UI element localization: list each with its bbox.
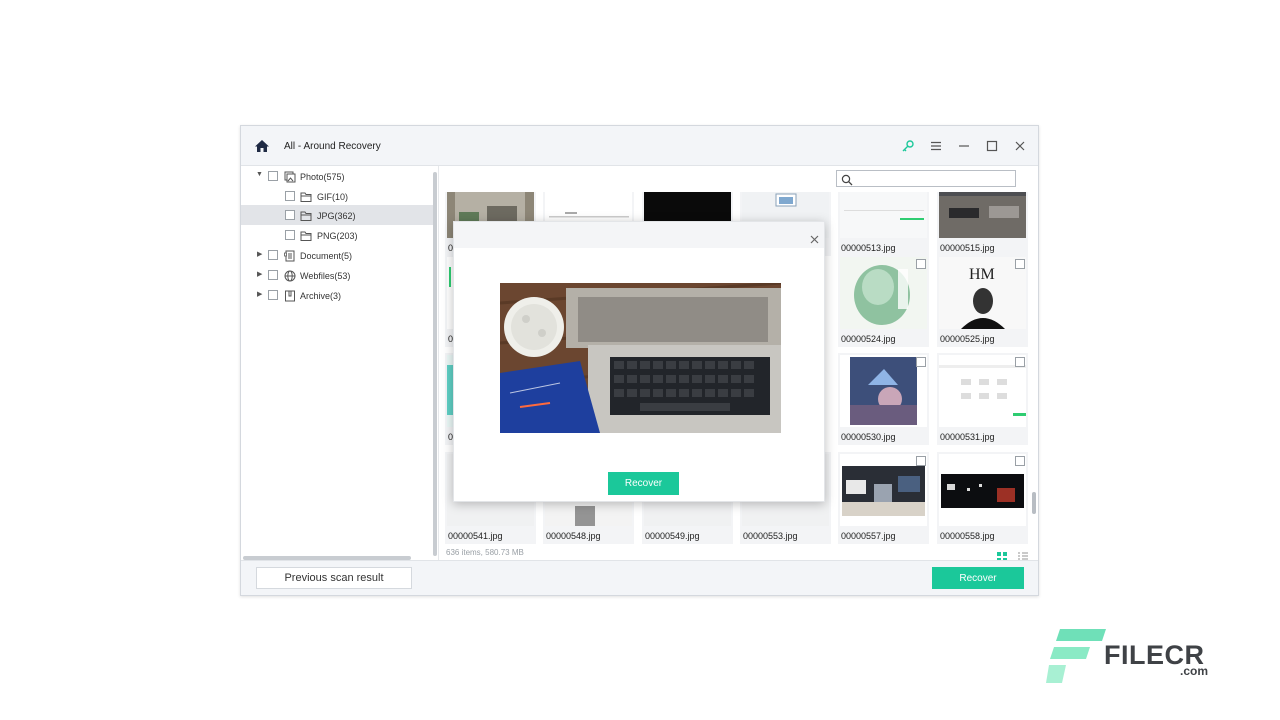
tree-item-png[interactable]: PNG(203) <box>241 225 434 245</box>
thumbnail-image: HM <box>939 257 1026 329</box>
file-thumbnail[interactable]: 00000531.jpg <box>937 353 1028 445</box>
filecr-logo-mark <box>1046 629 1106 683</box>
tree-item-document[interactable]: ▶ Document(5) <box>241 245 434 265</box>
watermark-tld: .com <box>1180 664 1209 678</box>
sidebar-scrollbar[interactable] <box>433 172 437 556</box>
tree-item-webfiles[interactable]: ▶ Webfiles(53) <box>241 265 434 285</box>
chevron-down-icon[interactable]: ▼ <box>256 171 263 178</box>
file-thumbnail[interactable]: 00000513.jpg <box>838 192 929 256</box>
preview-dialog: Recover <box>453 221 825 502</box>
gif-checkbox[interactable] <box>285 191 295 201</box>
chevron-right-icon[interactable]: ▶ <box>257 290 262 298</box>
file-checkbox[interactable] <box>1015 456 1025 466</box>
photo-icon <box>284 170 296 183</box>
grid-scrollbar[interactable] <box>1032 492 1036 514</box>
file-name: 00000548.jpg <box>546 531 601 541</box>
file-name: 00000553.jpg <box>743 531 798 541</box>
file-thumbnail[interactable]: 00000524.jpg <box>838 255 929 347</box>
file-type-tree: ▼ Photo(575) GIF(10) JPG(362) PNG(203) ▶… <box>241 166 439 560</box>
file-thumbnail[interactable]: 00000530.jpg <box>838 353 929 445</box>
menu-icon[interactable] <box>928 138 944 154</box>
archive-icon <box>284 289 296 302</box>
list-view-icon[interactable] <box>1018 549 1028 560</box>
close-icon[interactable] <box>810 231 819 244</box>
thumbnail-image <box>840 257 927 329</box>
document-icon <box>284 249 296 262</box>
file-name: 00000558.jpg <box>940 531 995 541</box>
archive-checkbox[interactable] <box>268 290 278 300</box>
dialog-header <box>454 222 824 248</box>
recover-button[interactable]: Recover <box>932 567 1024 589</box>
file-name: 00000531.jpg <box>940 432 995 442</box>
grid-view-icon[interactable] <box>997 549 1007 560</box>
preview-recover-button[interactable]: Recover <box>608 472 679 495</box>
file-name: 00000524.jpg <box>841 334 896 344</box>
footer-bar: Previous scan result Recover <box>241 560 1038 595</box>
tree-item-photo[interactable]: ▼ Photo(575) <box>241 166 434 186</box>
thumbnail-image <box>939 454 1026 526</box>
chevron-right-icon[interactable]: ▶ <box>257 270 262 278</box>
folder-icon <box>300 229 312 241</box>
tree-item-gif[interactable]: GIF(10) <box>241 186 434 206</box>
file-name: 00000530.jpg <box>841 432 896 442</box>
jpg-checkbox[interactable] <box>285 210 295 220</box>
search-input[interactable] <box>836 170 1016 187</box>
thumbnail-image <box>840 454 927 526</box>
file-checkbox[interactable] <box>1015 259 1025 269</box>
tree-item-label: Archive(3) <box>300 291 342 301</box>
file-checkbox[interactable] <box>1015 357 1025 367</box>
search-icon <box>841 173 853 186</box>
previous-scan-result-button[interactable]: Previous scan result <box>256 567 412 589</box>
file-name: 00000549.jpg <box>645 531 700 541</box>
file-name: 00000513.jpg <box>841 243 896 253</box>
document-checkbox[interactable] <box>268 250 278 260</box>
globe-icon <box>284 269 296 282</box>
key-icon[interactable] <box>900 138 916 154</box>
file-thumbnail[interactable]: 00000557.jpg <box>838 452 929 544</box>
folder-icon <box>300 190 312 202</box>
svg-text:HM: HM <box>969 266 995 283</box>
file-name: 00000557.jpg <box>841 531 896 541</box>
tree-item-label: Document(5) <box>300 251 353 261</box>
maximize-icon[interactable] <box>984 138 1000 154</box>
png-checkbox[interactable] <box>285 230 295 240</box>
item-count: 636 items, 580.73 MB <box>446 548 524 557</box>
thumbnail-image <box>840 355 927 427</box>
thumbnail-image <box>939 355 1026 427</box>
file-thumbnail[interactable]: 00000515.jpg <box>937 192 1028 256</box>
webfiles-checkbox[interactable] <box>268 270 278 280</box>
home-icon[interactable] <box>254 138 270 154</box>
tree-item-label: Photo(575) <box>300 172 345 182</box>
photo-checkbox[interactable] <box>268 171 278 181</box>
file-checkbox[interactable] <box>916 456 926 466</box>
thumbnail-image <box>939 192 1026 238</box>
file-name: 00000515.jpg <box>940 243 995 253</box>
tree-item-label: JPG(362) <box>317 211 356 221</box>
file-checkbox[interactable] <box>916 259 926 269</box>
file-thumbnail[interactable]: 00000558.jpg <box>937 452 1028 544</box>
file-name: 00000541.jpg <box>448 531 503 541</box>
file-name: 00000525.jpg <box>940 334 995 344</box>
status-bar: 636 items, 580.73 MB <box>440 546 1038 560</box>
close-icon[interactable] <box>1012 138 1028 154</box>
tree-item-label: Webfiles(53) <box>300 271 351 281</box>
tree-item-archive[interactable]: ▶ Archive(3) <box>241 285 434 305</box>
app-title: All - Around Recovery <box>284 141 381 152</box>
title-bar: All - Around Recovery <box>241 126 1038 166</box>
tree-item-label: PNG(203) <box>317 231 358 241</box>
filecr-watermark: FILECR .com <box>1046 626 1216 686</box>
chevron-right-icon[interactable]: ▶ <box>257 250 262 258</box>
tree-item-jpg[interactable]: JPG(362) <box>241 205 434 225</box>
tree-item-label: GIF(10) <box>317 192 349 202</box>
file-checkbox[interactable] <box>916 357 926 367</box>
minimize-icon[interactable] <box>956 138 972 154</box>
thumbnail-image <box>840 192 927 238</box>
folder-icon <box>300 209 312 221</box>
file-thumbnail[interactable]: HM 00000525.jpg <box>937 255 1028 347</box>
image-preview <box>500 283 781 433</box>
